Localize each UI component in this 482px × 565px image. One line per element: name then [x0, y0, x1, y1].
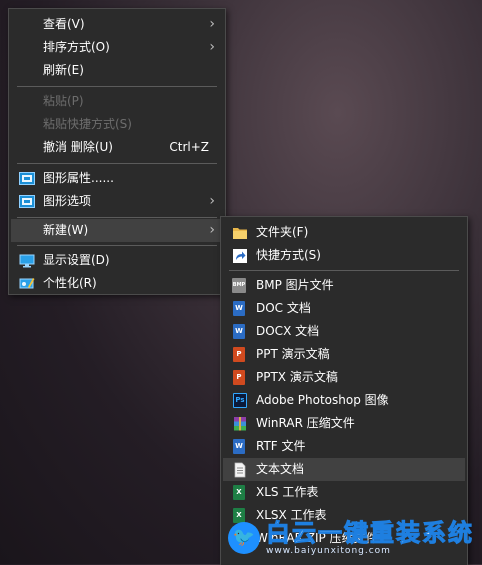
submenu-item-folder[interactable]: 文件夹(F) [223, 221, 465, 244]
personalize-icon [19, 278, 35, 289]
rtf-file-icon: W [233, 439, 245, 454]
bird-logo-icon: 🐦 [228, 522, 260, 554]
chevron-right-icon: › [209, 16, 215, 32]
menu-separator [17, 245, 217, 246]
menu-item-label: 查看(V) [43, 17, 85, 31]
submenu-item-label: 快捷方式(S) [256, 248, 321, 262]
menu-item-paste-shortcut: 粘贴快捷方式(S) [11, 113, 223, 136]
display-settings-icon [19, 254, 35, 268]
submenu-item-label: XLS 工作表 [256, 485, 319, 499]
menu-item-label: 个性化(R) [43, 276, 97, 290]
submenu-item-rtf[interactable]: W RTF 文件 [223, 435, 465, 458]
watermark: 🐦 白云一键重装系统 www.baiyunxitong.com [228, 518, 474, 558]
text-file-icon [234, 462, 246, 478]
submenu-item-label: WinRAR 压缩文件 [256, 416, 355, 430]
menu-item-label: 新建(W) [43, 223, 89, 237]
shortcut-icon [233, 249, 247, 263]
menu-separator [17, 217, 217, 218]
menu-item-label: 粘贴快捷方式(S) [43, 117, 132, 131]
submenu-item-winrar[interactable]: WinRAR 压缩文件 [223, 412, 465, 435]
menu-separator [229, 270, 459, 271]
new-submenu: 文件夹(F) 快捷方式(S) BMP BMP 图片文件 W DOC 文档 W D… [220, 216, 468, 565]
menu-item-view[interactable]: 查看(V) › [11, 13, 223, 36]
submenu-item-shortcut[interactable]: 快捷方式(S) [223, 244, 465, 267]
photoshop-file-icon: Ps [233, 393, 247, 408]
graphics-options-icon [19, 195, 35, 208]
menu-item-label: 显示设置(D) [43, 253, 110, 267]
menu-item-refresh[interactable]: 刷新(E) [11, 59, 223, 82]
word-doc-icon: W [233, 301, 245, 316]
submenu-item-label: 文件夹(F) [256, 225, 309, 239]
bmp-file-icon: BMP [232, 278, 246, 293]
graphics-properties-icon [19, 172, 35, 185]
word-docx-icon: W [233, 324, 245, 339]
watermark-title: 白云一键重装系统 [266, 519, 474, 547]
menu-item-graphics-options[interactable]: 图形选项 › [11, 190, 223, 213]
submenu-item-label: PPTX 演示文稿 [256, 370, 338, 384]
menu-item-display-settings[interactable]: 显示设置(D) [11, 249, 223, 272]
menu-item-label: 刷新(E) [43, 63, 84, 77]
menu-item-undo-delete[interactable]: 撤消 删除(U) Ctrl+Z [11, 136, 223, 159]
submenu-item-pptx[interactable]: P PPTX 演示文稿 [223, 366, 465, 389]
ppt-file-icon: P [233, 347, 245, 362]
menu-item-new[interactable]: 新建(W) › [11, 219, 223, 242]
submenu-item-doc[interactable]: W DOC 文档 [223, 297, 465, 320]
menu-item-label: 图形选项 [43, 194, 92, 208]
pptx-file-icon: P [233, 370, 245, 385]
menu-item-label: 撤消 删除(U) [43, 140, 113, 154]
watermark-url: www.baiyunxitong.com [266, 546, 391, 556]
submenu-item-ppt[interactable]: P PPT 演示文稿 [223, 343, 465, 366]
submenu-item-label: 文本文档 [256, 462, 305, 476]
menu-separator [17, 163, 217, 164]
watermark-text: 白云一键重装系统 www.baiyunxitong.com [266, 519, 474, 557]
chevron-right-icon: › [209, 39, 215, 55]
menu-item-personalize[interactable]: 个性化(R) [11, 272, 223, 295]
submenu-item-photoshop[interactable]: Ps Adobe Photoshop 图像 [223, 389, 465, 412]
submenu-item-label: DOCX 文档 [256, 324, 320, 338]
menu-separator [17, 86, 217, 87]
menu-item-label: 图形属性...... [43, 171, 114, 185]
submenu-item-label: PPT 演示文稿 [256, 347, 330, 361]
submenu-item-text-document[interactable]: 文本文档 [223, 458, 465, 481]
folder-icon [233, 228, 247, 239]
submenu-item-label: Adobe Photoshop 图像 [256, 393, 389, 407]
winrar-file-icon [234, 417, 246, 431]
submenu-item-label: RTF 文件 [256, 439, 306, 453]
submenu-item-bmp[interactable]: BMP BMP 图片文件 [223, 274, 465, 297]
xls-file-icon: X [233, 485, 245, 500]
menu-item-label: 粘贴(P) [43, 94, 84, 108]
shortcut-text: Ctrl+Z [169, 140, 209, 154]
menu-item-label: 排序方式(O) [43, 40, 110, 54]
chevron-right-icon: › [209, 193, 215, 209]
menu-item-graphics-properties[interactable]: 图形属性...... [11, 167, 223, 190]
submenu-item-docx[interactable]: W DOCX 文档 [223, 320, 465, 343]
menu-item-sort-by[interactable]: 排序方式(O) › [11, 36, 223, 59]
submenu-item-label: DOC 文档 [256, 301, 311, 315]
menu-item-paste: 粘贴(P) [11, 90, 223, 113]
submenu-item-label: BMP 图片文件 [256, 278, 334, 292]
submenu-item-xls[interactable]: X XLS 工作表 [223, 481, 465, 504]
desktop-context-menu: 查看(V) › 排序方式(O) › 刷新(E) 粘贴(P) 粘贴快捷方式(S) … [8, 8, 226, 295]
chevron-right-icon: › [209, 222, 215, 238]
